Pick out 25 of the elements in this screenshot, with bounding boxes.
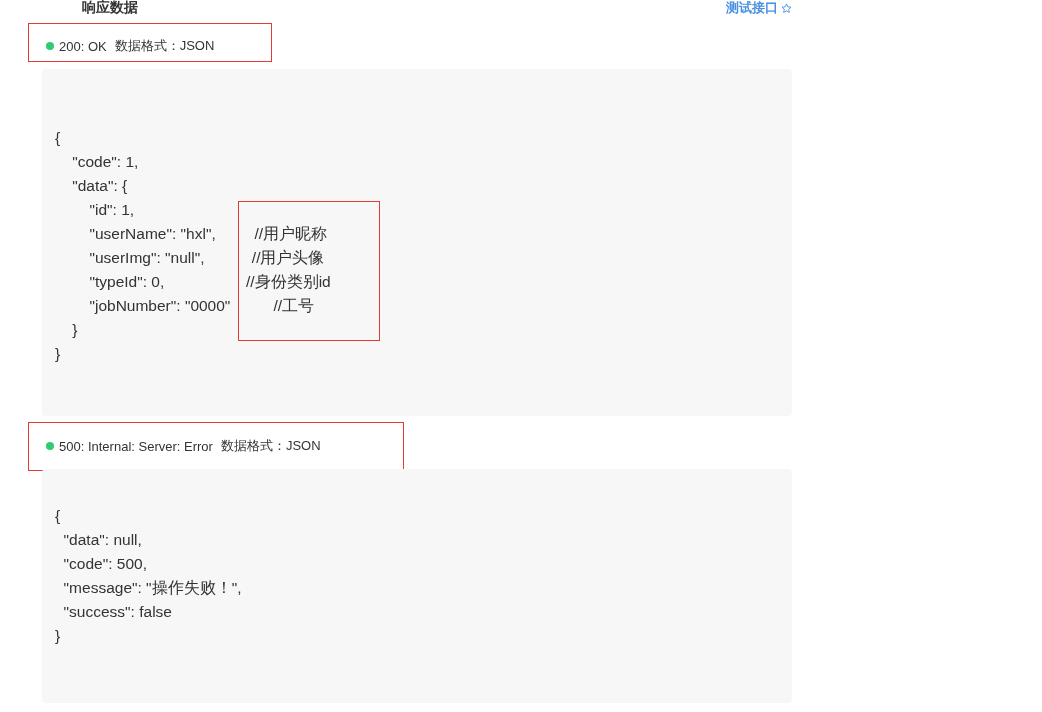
code-line: { xyxy=(55,128,62,148)
code-line: "typeId": 0, //身份类别id xyxy=(88,272,332,292)
code-line: "code": 1, xyxy=(71,152,140,172)
code-line: } xyxy=(71,320,79,340)
format-label: 数据格式：JSON xyxy=(220,437,321,455)
star-icon xyxy=(781,2,792,14)
code-line: "code": 500, xyxy=(62,554,148,574)
format-label: 数据格式：JSON xyxy=(114,37,215,55)
code-line: "id": 1, xyxy=(88,200,136,220)
code-line: "success": false xyxy=(62,602,173,622)
code-line: "data": null, xyxy=(62,530,143,550)
status-text: 200: OK xyxy=(59,38,107,54)
code-line: "userImg": "null", //用户头像 xyxy=(88,248,326,268)
code-line: "message": "操作失败！", xyxy=(62,578,243,598)
status-dot xyxy=(46,42,54,50)
code-line: "jobNumber": "0000" //工号 xyxy=(88,296,316,316)
code-line: "data": { xyxy=(71,176,129,196)
code-line: { xyxy=(55,506,62,526)
code-line: } xyxy=(55,626,62,646)
code-line: "userName": "hxl", //用户昵称 xyxy=(88,224,329,244)
test-api-link[interactable]: 测试接口 xyxy=(726,0,792,17)
section-title: 响应数据 xyxy=(82,0,138,17)
status-text: 500: Internal: Server: Error xyxy=(59,438,213,454)
status-dot xyxy=(46,442,54,450)
code-line: } xyxy=(55,344,62,364)
